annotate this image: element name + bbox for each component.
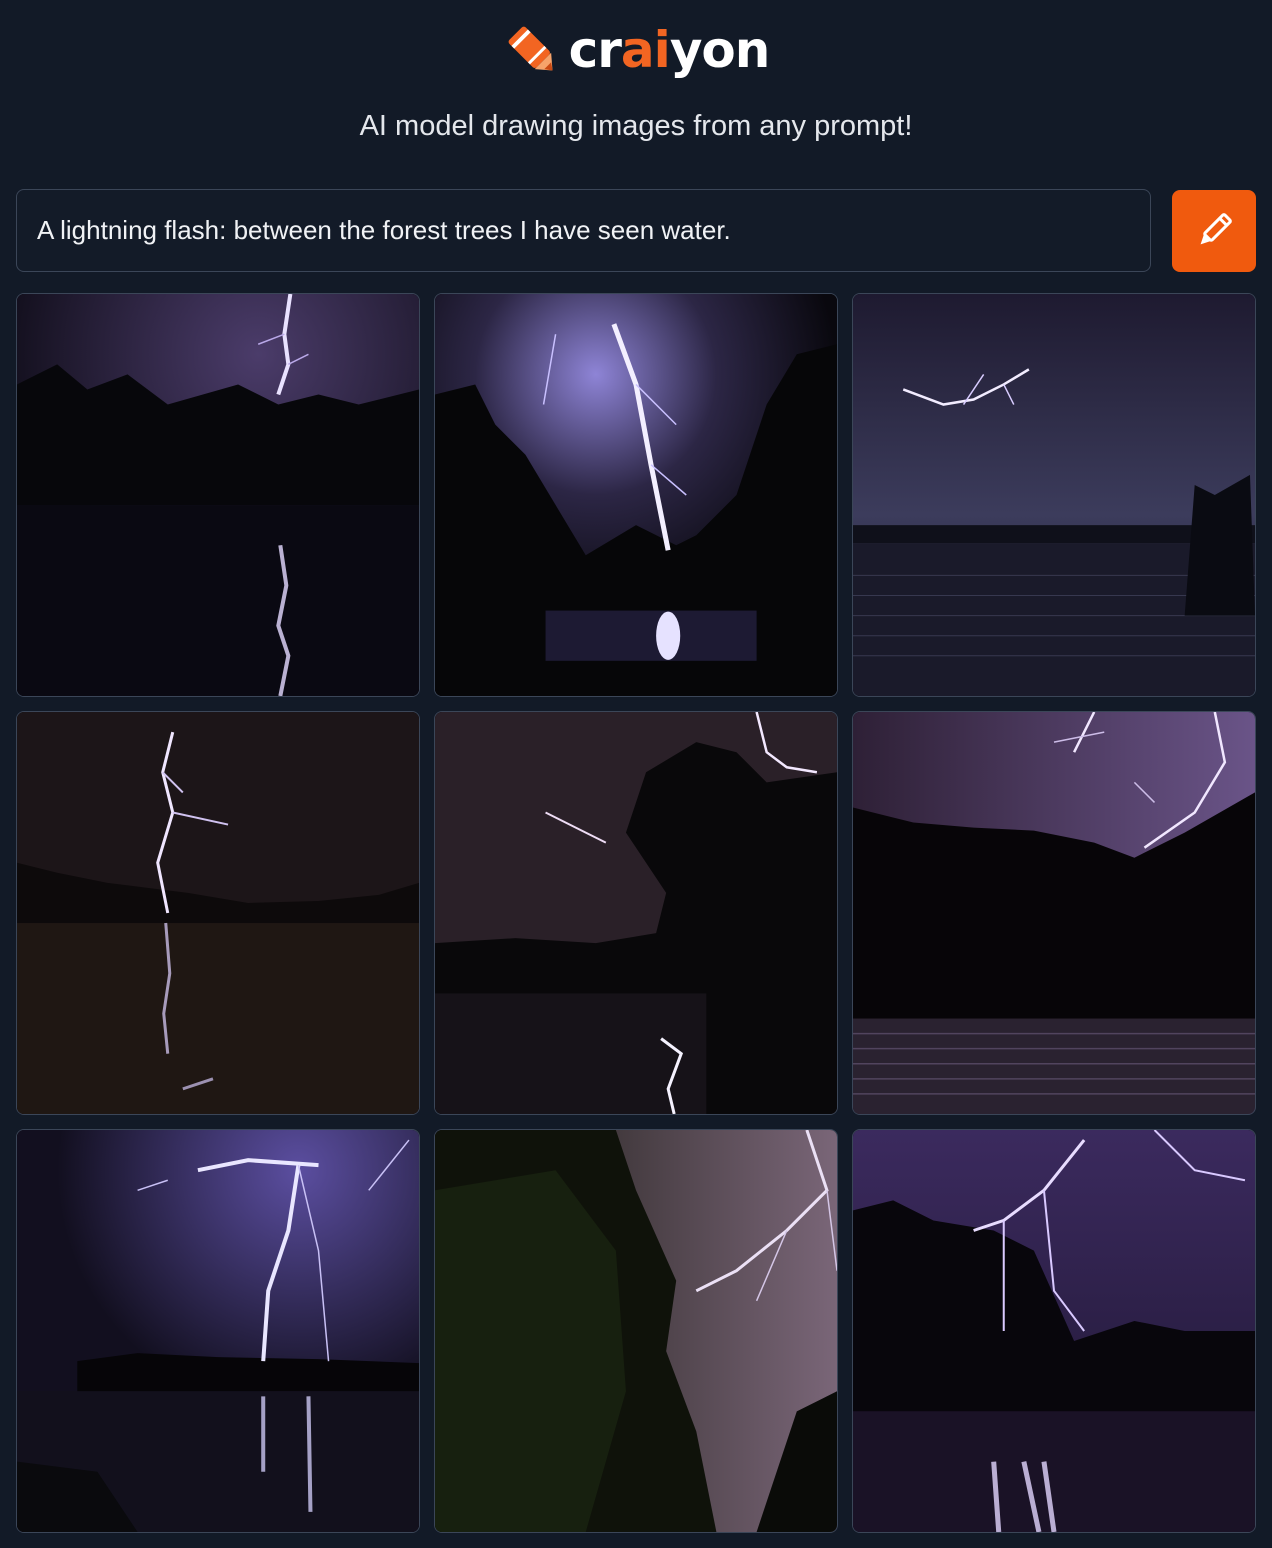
lightning-lake-image — [853, 294, 1255, 696]
result-image-9[interactable] — [852, 1129, 1256, 1533]
result-image-3[interactable] — [852, 293, 1256, 697]
result-image-1[interactable] — [16, 293, 420, 697]
lightning-lake-image — [435, 712, 837, 1114]
lightning-lake-image — [435, 1130, 837, 1532]
result-image-7[interactable] — [16, 1129, 420, 1533]
prompt-input[interactable] — [16, 189, 1151, 272]
result-image-8[interactable] — [434, 1129, 838, 1533]
site-header: craiyon AI model drawing images from any… — [0, 0, 1272, 180]
lightning-lake-image — [17, 294, 419, 696]
crayon-icon — [508, 26, 553, 71]
pencil-icon — [1200, 213, 1232, 245]
result-image-5[interactable] — [434, 711, 838, 1115]
draw-button[interactable] — [1172, 190, 1256, 272]
lightning-lake-image — [435, 294, 837, 696]
results-grid — [16, 293, 1256, 1533]
craiyon-logo[interactable]: craiyon — [0, 20, 1272, 80]
lightning-lake-image — [17, 712, 419, 1114]
lightning-lake-image — [17, 1130, 419, 1532]
result-image-6[interactable] — [852, 711, 1256, 1115]
logo-wordmark: craiyon — [568, 21, 771, 79]
result-image-2[interactable] — [434, 293, 838, 697]
result-image-4[interactable] — [16, 711, 420, 1115]
lightning-lake-image — [853, 1130, 1255, 1532]
lightning-lake-image — [853, 712, 1255, 1114]
tagline: AI model drawing images from any prompt! — [359, 110, 913, 142]
